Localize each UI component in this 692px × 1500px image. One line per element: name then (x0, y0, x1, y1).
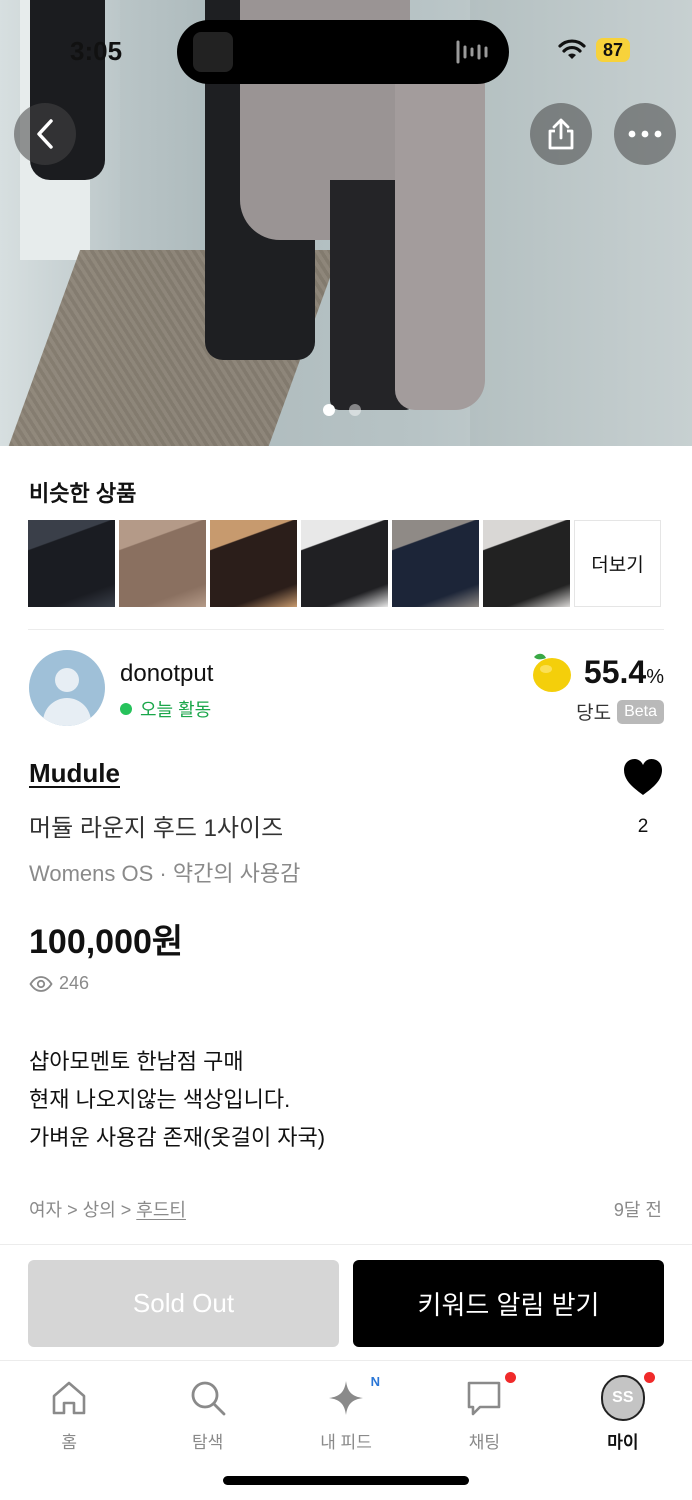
avatar-body-shape (43, 698, 91, 726)
category-breadcrumb: 여자 > 상의 > 후드티 (29, 1196, 186, 1222)
search-icon (191, 1381, 226, 1416)
description-line: 현재 나오지않는 색상입니다. (29, 1087, 291, 1112)
similar-item-thumbnail[interactable] (392, 520, 479, 607)
tab-label: 마이 (607, 1433, 639, 1452)
activity-label: 오늘 활동 (140, 700, 212, 720)
home-icon (52, 1381, 86, 1415)
seller-activity-status: 오늘 활동 (120, 696, 211, 722)
back-button[interactable] (14, 103, 76, 165)
product-description: 샵아모멘토 한남점 구매 현재 나오지않는 색상입니다. 가벼운 사용감 존재(… (29, 1043, 325, 1157)
score-value: 55.4 (583, 653, 647, 690)
wifi-icon (558, 39, 586, 59)
divider (0, 1360, 692, 1361)
divider (0, 1244, 692, 1245)
more-dots-icon (628, 130, 662, 138)
view-count-value: 246 (59, 973, 90, 993)
more-options-button[interactable] (614, 103, 676, 165)
score-label-row: 당도 Beta (576, 698, 664, 725)
now-playing-icon (193, 32, 233, 72)
audio-wave-icon (456, 40, 488, 64)
tab-label: 홈 (61, 1433, 78, 1452)
avatar-head-shape (55, 668, 79, 692)
online-dot-icon (120, 703, 132, 715)
status-indicators: 87 (558, 38, 630, 62)
battery-level: 87 (595, 38, 630, 62)
notification-dot (643, 1372, 655, 1383)
similar-item-thumbnail[interactable] (28, 520, 115, 607)
category-path: 여자 > 상의 > (29, 1200, 137, 1220)
description-line: 가벼운 사용감 존재(옷걸이 자국) (29, 1125, 326, 1150)
view-count: 246 (29, 973, 89, 994)
sold-out-button[interactable]: Sold Out (28, 1260, 339, 1347)
beta-badge: Beta (617, 699, 664, 724)
tab-home[interactable]: 홈 (0, 1362, 138, 1462)
tab-search[interactable]: 탐색 (138, 1362, 276, 1462)
home-indicator[interactable] (223, 1476, 469, 1485)
product-title: 머듈 라운지 후드 1사이즈 (29, 815, 284, 842)
carousel-dot[interactable] (349, 404, 361, 416)
sweetness-score[interactable]: 55.4% (528, 650, 664, 694)
posted-time: 9달 전 (613, 1200, 662, 1220)
brand-link[interactable]: Mudule (29, 758, 120, 789)
product-photo-carousel[interactable]: 3:05 87 (0, 0, 692, 446)
dynamic-island (177, 20, 509, 84)
photo-sleeve-gray (395, 40, 485, 410)
heart-icon[interactable] (622, 757, 664, 797)
tab-my[interactable]: SS 마이 (554, 1362, 692, 1462)
keyword-alert-button[interactable]: 키워드 알림 받기 (353, 1260, 664, 1347)
bottom-tab-bar: 홈 탐색 N 내 피드 채팅 SS 마이 (0, 1362, 692, 1462)
share-icon (548, 118, 574, 150)
tab-label: 채팅 (468, 1433, 501, 1452)
score-label: 당도 (576, 703, 612, 724)
sparkle-icon (329, 1381, 364, 1415)
tab-my-feed[interactable]: N 내 피드 (277, 1362, 415, 1462)
similar-item-thumbnail[interactable] (119, 520, 206, 607)
profile-avatar: SS (600, 1375, 645, 1421)
product-meta: Womens OS · 약간의 사용감 (29, 861, 301, 886)
carousel-dot-active[interactable] (323, 404, 335, 416)
tab-chat[interactable]: 채팅 (415, 1362, 553, 1462)
category-link[interactable]: 후드티 (136, 1200, 186, 1220)
seller-avatar[interactable] (29, 650, 105, 726)
like-count: 2 (637, 816, 649, 837)
carousel-page-indicator (323, 404, 361, 416)
eye-icon (29, 975, 53, 992)
notification-dot (505, 1372, 517, 1383)
similar-item-thumbnail[interactable] (483, 520, 570, 607)
chat-bubble-icon (468, 1381, 501, 1416)
similar-item-thumbnail[interactable] (301, 520, 388, 607)
similar-items-strip: 더보기 (28, 520, 661, 607)
description-line: 샵아모멘토 한남점 구매 (29, 1049, 244, 1074)
new-badge: N (370, 1374, 381, 1389)
see-more-button[interactable]: 더보기 (574, 520, 661, 607)
lemon-icon (532, 653, 571, 692)
similar-items-title: 비슷한 상품 (29, 481, 137, 506)
seller-name[interactable]: donotput (120, 660, 213, 688)
share-button[interactable] (530, 103, 592, 165)
tab-label: 탐색 (191, 1433, 224, 1452)
tab-label: 내 피드 (320, 1433, 372, 1452)
score-unit: % (646, 665, 664, 688)
divider (28, 629, 664, 630)
chevron-left-icon (37, 119, 53, 149)
product-price: 100,000원 (29, 923, 184, 961)
similar-item-thumbnail[interactable] (210, 520, 297, 607)
status-time: 3:05 (70, 36, 123, 66)
